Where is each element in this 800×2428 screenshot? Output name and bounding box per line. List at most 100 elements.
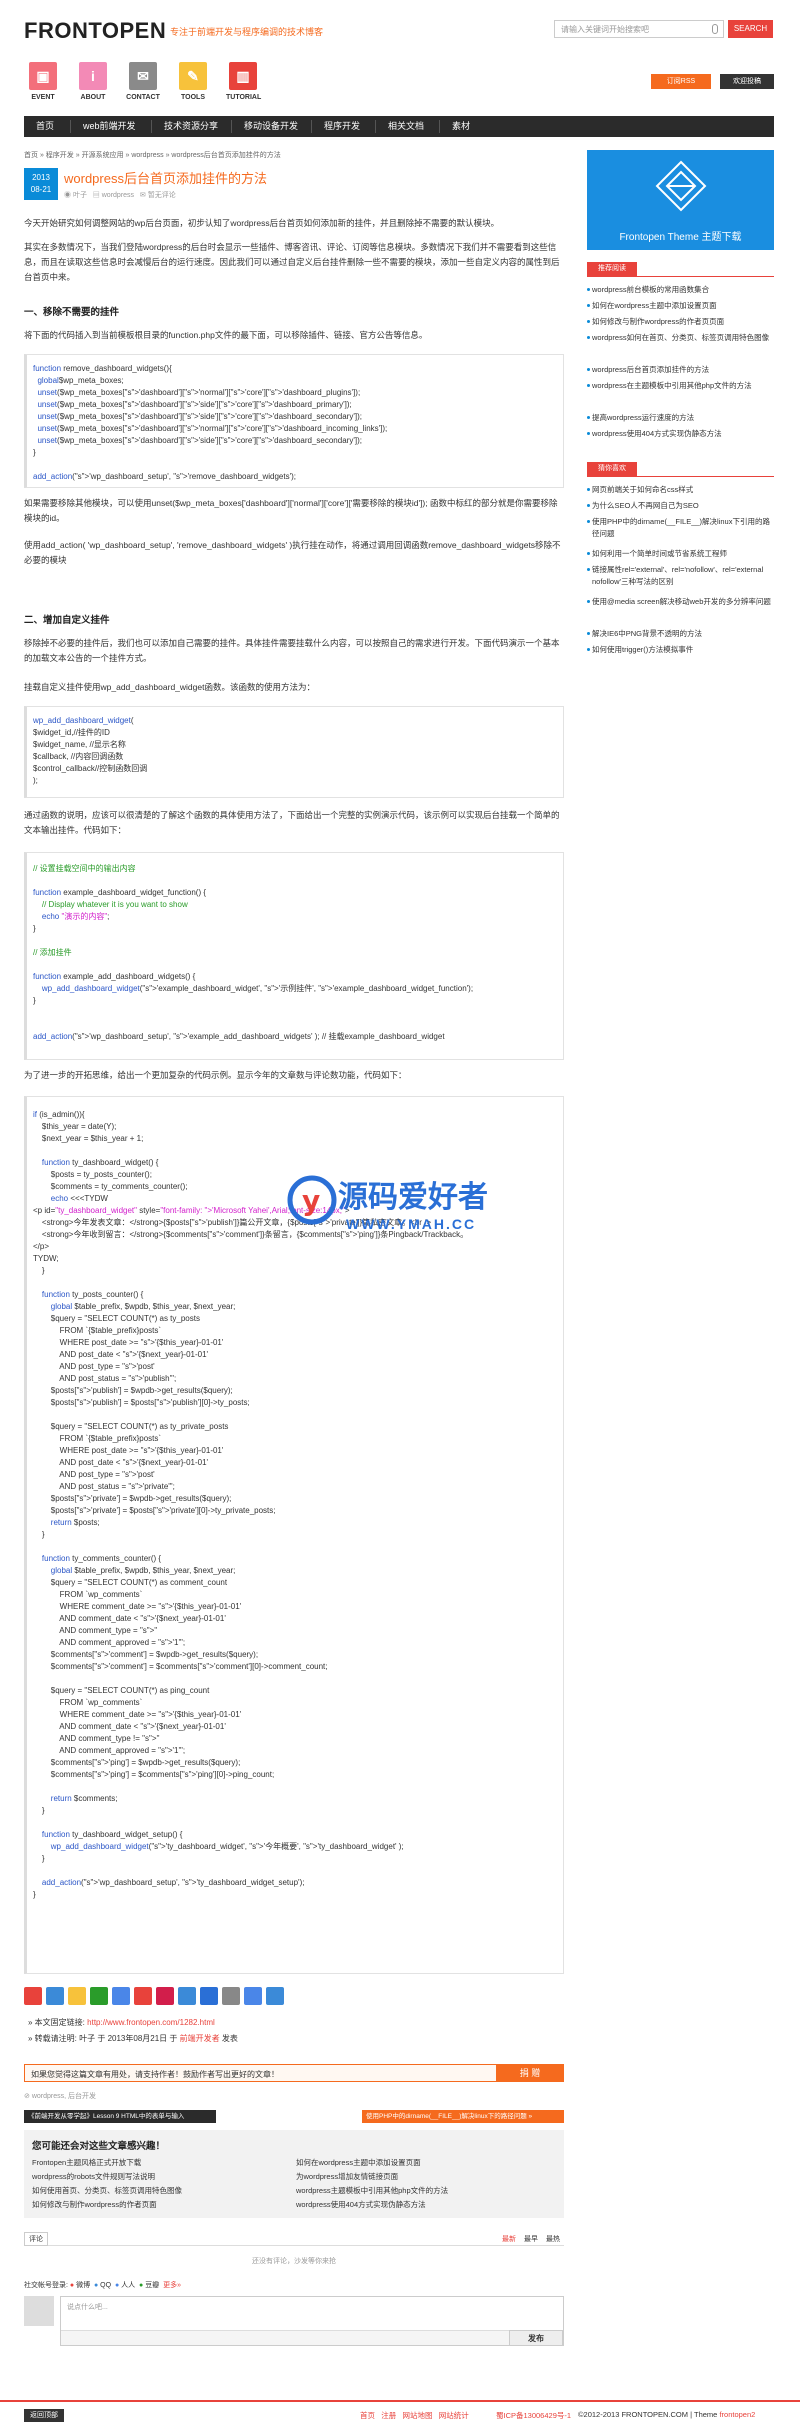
about-link[interactable]: i ABOUT [76, 62, 110, 101]
rss-button[interactable]: 订阅RSS [651, 74, 711, 89]
sidebar-link[interactable]: wordpress前台模板的常用函数集合 [587, 284, 774, 296]
star-share-icon[interactable] [90, 1987, 108, 2005]
sidebar-link[interactable]: 如何修改与制作wordpress的作者页页面 [587, 316, 774, 328]
code-line: $widget_id,//挂件的ID [33, 728, 110, 737]
sidebar-link[interactable]: 使用@media screen解决移动web开发的多分辨率问题 [587, 596, 774, 608]
nav-item-home[interactable]: 首页 [24, 116, 66, 137]
theme-download-banner[interactable]: Frontopen Theme 主题下载 [587, 150, 774, 250]
icp-link[interactable]: 蜀ICP备13006429号-1 [496, 2410, 571, 2421]
code-line: AND comment_type != "s">'' [33, 1734, 160, 1743]
related-link[interactable]: 如何在wordpress主题中添加设置页面 [296, 2156, 448, 2170]
tutorial-link[interactable]: ▥ TUTORIAL [226, 62, 261, 101]
book-share-icon[interactable] [178, 1987, 196, 2005]
sidebar-link[interactable]: 使用PHP中的dirname(__FILE__)解决linux下引用的路径问题 [587, 516, 774, 540]
code-line: $this_year = date(Y); [33, 1122, 117, 1131]
divider [587, 276, 774, 277]
print-share-icon[interactable] [244, 1987, 262, 2005]
permalink-line: » 本文固定链接: http://www.frontopen.com/1282.… [28, 2017, 215, 2028]
qq-share-icon[interactable] [68, 1987, 86, 2005]
related-link[interactable]: 为wordpress增加友情链接页面 [296, 2170, 448, 2184]
permalink-url[interactable]: http://www.frontopen.com/1282.html [87, 2018, 215, 2027]
microphone-icon[interactable] [712, 24, 718, 34]
renren-login[interactable]: 人人 [121, 2282, 135, 2289]
sidebar-link[interactable]: wordpress使用404方式实现伪静态方法 [587, 428, 774, 440]
paragraph: 挂载自定义挂件使用wp_add_dashboard_widget函数。该函数的使… [24, 682, 315, 692]
sidebar-link[interactable]: wordpress后台首页添加挂件的方法 [587, 364, 774, 376]
mail-share-icon[interactable] [222, 1987, 240, 2005]
sort-hottest-tab[interactable]: 最热 [546, 2234, 560, 2244]
search-input[interactable]: 请输入关键词开始搜索吧 [554, 20, 724, 38]
post-author[interactable]: 叶子 [73, 192, 87, 199]
nav-item-docs[interactable]: 相关文档 [376, 116, 436, 137]
donate-button[interactable]: 捐 赠 [496, 2064, 564, 2082]
sidebar-link[interactable]: 如何利用一个简单时间或节省系统工程师 [587, 548, 774, 560]
submit-comment-button[interactable]: 发布 [509, 2330, 563, 2346]
sort-oldest-tab[interactable]: 最早 [524, 2234, 538, 2244]
sidebar-link[interactable]: 为什么SEO人不再网自己为SEO [587, 500, 774, 512]
sidebar-link[interactable]: 如何使用trigger()方法模拟事件 [587, 644, 774, 656]
footer-links[interactable]: 首页 注册 网站地图 网站统计 [360, 2410, 469, 2421]
comment-textarea[interactable]: 说点什么吧... 发布 [60, 2296, 564, 2346]
related-link[interactable]: 如何修改与制作wordpress的作者页面 [32, 2198, 182, 2212]
back-to-top-button[interactable]: 返回顶部 [24, 2409, 64, 2422]
sidebar-link[interactable]: wordpress如何在首页、分类页、标签页调用特色图像 [587, 332, 774, 344]
tools-link[interactable]: ✎ TOOLS [176, 62, 210, 101]
code-line: return $comments; [50, 1794, 118, 1803]
contribute-button[interactable]: 欢迎投稿 [720, 74, 774, 89]
nav-item-materials[interactable]: 素材 [440, 116, 482, 137]
sort-newest-tab[interactable]: 最新 [502, 2234, 516, 2244]
event-link[interactable]: ▣ EVENT [26, 62, 60, 101]
more-login[interactable]: 更多» [163, 2282, 181, 2289]
heart-share-icon[interactable] [156, 1987, 174, 2005]
post-comments[interactable]: 暂无评论 [148, 192, 176, 199]
banner-text: Frontopen Theme 主题下载 [619, 232, 742, 243]
nav-item-resources[interactable]: 技术资源分享 [152, 116, 230, 137]
related-link[interactable]: wordpress主题模板中引用其他php文件的方法 [296, 2184, 448, 2198]
donate-box: 如果您觉得这篇文章有用处，请支持作者！鼓励作者写出更好的文章！ 捐 赠 [24, 2064, 564, 2082]
douban-share-icon[interactable] [134, 1987, 152, 2005]
breadcrumb[interactable]: 首页 » 程序开发 » 开源系统应用 » wordpress » wordpre… [24, 150, 281, 160]
weibo-login[interactable]: 微博 [76, 2282, 90, 2289]
prev-post-link[interactable]: 《前端开发从零学起》Lesson 9 HTML中的表单与输入 [24, 2110, 216, 2123]
weibo-share-icon[interactable] [24, 1987, 42, 2005]
related-link[interactable]: Frontopen主题风格正式开放下载 [32, 2156, 182, 2170]
sidebar-link[interactable]: 解决IE6中PNG背景不透明的方法 [587, 628, 774, 640]
qzone-share-icon[interactable] [46, 1987, 64, 2005]
reprint-site-link[interactable]: 前端开发者 [180, 2034, 220, 2043]
search-button[interactable]: SEARCH [728, 20, 773, 38]
code-line: wp_add_dashboard_widget( [33, 716, 134, 725]
code-line: wp_add_dashboard_widget("s">'ty_dashboar… [50, 1842, 404, 1851]
theme-link[interactable]: frontopen2 [719, 2410, 755, 2419]
code-line: $callback, //内容回调函数 [33, 752, 124, 761]
douban-login[interactable]: 豆瓣 [145, 2282, 159, 2289]
related-link[interactable]: 如何使用首页、分类页、标签页调用特色图像 [32, 2184, 182, 2198]
renren-share-icon[interactable] [112, 1987, 130, 2005]
nav-item-web[interactable]: web前端开发 [71, 116, 148, 137]
tools-icon: ✎ [179, 62, 207, 90]
sidebar-link[interactable]: wordpress在主题模板中引用其他php文件的方法 [587, 380, 774, 392]
code-line: WHERE post_date >= "s">'{$this_year}-01-… [33, 1446, 224, 1455]
nav-item-mobile[interactable]: 移动设备开发 [232, 116, 310, 137]
contact-link[interactable]: ✉ CONTACT [126, 62, 160, 101]
related-link[interactable]: wordpress使用404方式实现伪静态方法 [296, 2198, 448, 2212]
tag-list[interactable]: wordpress, 后台开发 [32, 2093, 96, 2100]
code-line: global $table_prefix, $wpdb, $this_year,… [50, 1566, 236, 1575]
nav-item-program[interactable]: 程序开发 [312, 116, 372, 137]
sidebar-link[interactable]: 网页前端关于如何命名css样式 [587, 484, 774, 496]
qq-login[interactable]: QQ [100, 2282, 111, 2289]
site-logo[interactable]: FRONTOPEN [24, 18, 166, 44]
code-block: wp_add_dashboard_widget( $widget_id,//挂件的… [24, 706, 564, 798]
sidebar-link[interactable]: 提高wordpress运行速度的方法 [587, 412, 774, 424]
comment-count-tab[interactable]: 评论 [24, 2232, 48, 2246]
related-link[interactable]: wordpress的robots文件规则写法说明 [32, 2170, 182, 2184]
post-date: 2013 08-21 [24, 168, 58, 200]
sidebar-link[interactable]: 如何在wordpress主题中添加设置页面 [587, 300, 774, 312]
sidebar-link[interactable]: 链接属性rel='external'、rel='nofollow'、rel='e… [587, 564, 774, 588]
more-share-icon[interactable] [266, 1987, 284, 2005]
tencent-share-icon[interactable] [200, 1987, 218, 2005]
next-post-link[interactable]: 使用PHP中的dirname(__FILE__)解决linux下的路径问题 » [362, 2110, 564, 2123]
post-category[interactable]: wordpress [102, 192, 134, 199]
